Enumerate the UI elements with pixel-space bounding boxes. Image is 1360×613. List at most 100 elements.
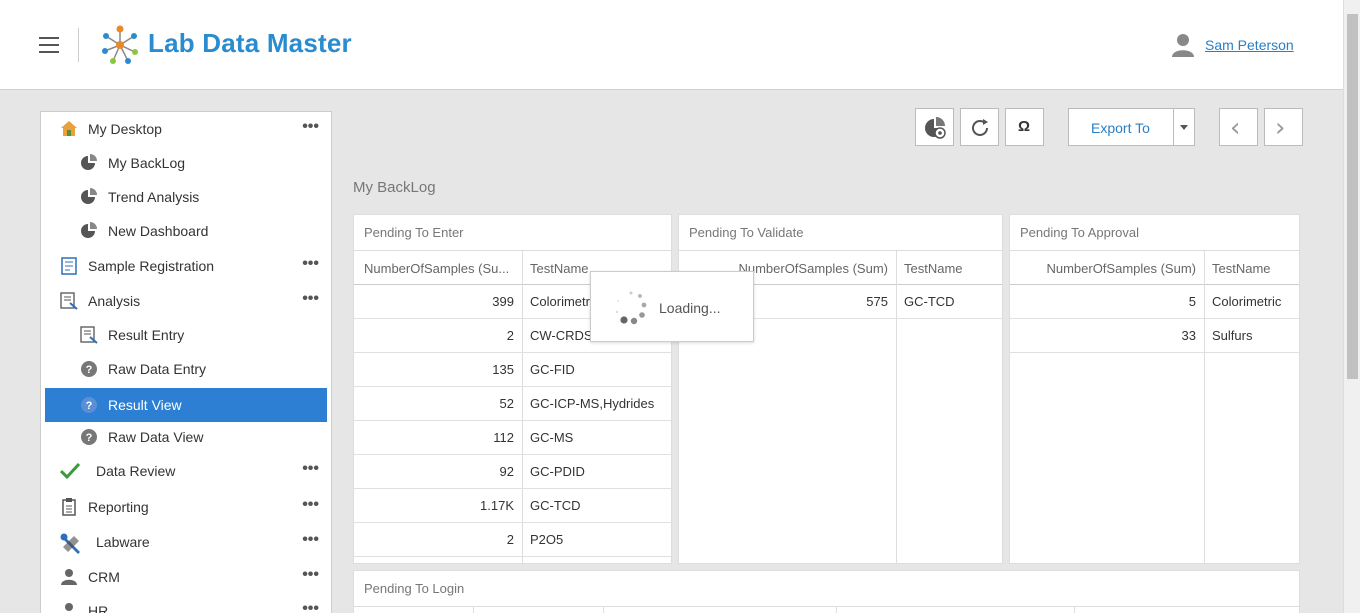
panel-title: Pending To Login [364, 581, 465, 596]
svg-text:?: ? [86, 432, 93, 444]
parameters-button[interactable]: Ω [1005, 108, 1044, 146]
menu-icon[interactable] [39, 37, 59, 53]
analysis-icon [60, 292, 78, 310]
sidebar-item-label: CRM [88, 569, 120, 585]
panel-title: Pending To Approval [1020, 225, 1140, 240]
column-header-samples[interactable]: NumberOfSamples (Sum) [1010, 250, 1204, 285]
more-options-icon[interactable]: ••• [302, 532, 319, 548]
table-cell-samples: 135 [354, 353, 522, 387]
chart-pie-icon [80, 154, 98, 172]
table-cell-testname: P2O5 [522, 523, 671, 557]
table-cell-samples: 2 [354, 319, 522, 353]
page-scrollbar[interactable] [1343, 0, 1360, 613]
refresh-icon [972, 119, 988, 136]
chart-pie-icon [80, 222, 98, 240]
table-cell-samples: 399 [354, 285, 522, 319]
sidebar-item-my-desktop[interactable]: My Desktop ••• [41, 112, 331, 146]
pie-settings-icon [925, 117, 946, 139]
column-header-samples[interactable]: NumberOfSamples (Su... [354, 250, 522, 285]
sidebar-item-label: Result Entry [108, 327, 185, 343]
table-cell-samples: 1.17K [354, 489, 522, 523]
previous-button[interactable]: ‹ [1219, 108, 1258, 146]
sidebar-item-raw-data-entry[interactable]: ? Raw Data Entry [41, 352, 331, 386]
sidebar-item-analysis[interactable]: Analysis ••• [41, 284, 331, 318]
sidebar: My Desktop ••• My BackLog Trend Analysis New… [40, 111, 332, 613]
logo-icon [102, 25, 138, 64]
sidebar-item-sample-registration[interactable]: Sample Registration ••• [41, 249, 331, 283]
question-icon: ? [80, 428, 98, 446]
sidebar-item-label: New Dashboard [108, 223, 209, 239]
clipboard-icon [60, 498, 78, 516]
sidebar-item-data-review[interactable]: Data Review ••• [41, 454, 331, 488]
export-to-dropdown[interactable]: Export To [1068, 108, 1195, 146]
result-entry-icon [80, 326, 98, 344]
sidebar-item-new-dashboard[interactable]: New Dashboard [41, 214, 331, 248]
app-header: Lab Data Master Sam Peterson [0, 0, 1343, 90]
sidebar-item-result-view[interactable]: ? Result View [45, 388, 327, 422]
table-cell-testname: GC-PDID [522, 455, 671, 489]
table-cell-samples: 52 [354, 387, 522, 421]
refresh-button[interactable] [960, 108, 999, 146]
tools-icon [60, 533, 80, 554]
chevron-left-icon: ‹ [1230, 113, 1241, 143]
sidebar-item-reporting[interactable]: Reporting ••• [41, 490, 331, 524]
more-options-icon[interactable]: ••• [302, 291, 319, 307]
export-to-label: Export To [1091, 120, 1150, 136]
sidebar-item-label: Result View [108, 397, 182, 413]
person-icon [60, 568, 78, 586]
sidebar-item-crm[interactable]: CRM ••• [41, 560, 331, 594]
scrollbar-thumb[interactable] [1347, 14, 1358, 379]
svg-text:?: ? [86, 400, 93, 412]
column-header-testname[interactable]: TestName [896, 250, 1002, 285]
dashboard-settings-button[interactable] [915, 108, 954, 146]
panel-pending-to-enter: Pending To Enter NumberOfSamples (Su... Te… [353, 214, 672, 564]
more-options-icon[interactable]: ••• [302, 567, 319, 583]
sidebar-item-label: Raw Data View [108, 429, 204, 445]
check-icon [59, 462, 81, 480]
sidebar-item-label: Sample Registration [88, 258, 215, 274]
table-cell-testname: Sulfurs [1204, 319, 1299, 353]
sidebar-item-label: Analysis [88, 293, 141, 309]
panel-pending-to-approval: Pending To Approval NumberOfSamples (Sum)… [1009, 214, 1300, 564]
loading-text: Loading... [659, 300, 721, 316]
registration-icon [60, 257, 78, 275]
sidebar-item-labware[interactable]: Labware ••• [41, 525, 331, 559]
sidebar-item-label: HR [88, 603, 109, 613]
loading-indicator: Loading... [590, 271, 754, 342]
more-options-icon[interactable]: ••• [302, 256, 319, 272]
dropdown-separator [1173, 109, 1174, 145]
sidebar-item-label: Labware [96, 534, 150, 550]
chart-pie-icon [80, 188, 98, 206]
sidebar-item-label: Reporting [88, 499, 149, 515]
pending-to-login-header [354, 606, 1299, 613]
app-title: Lab Data Master [148, 28, 352, 58]
question-icon: ? [80, 396, 98, 414]
more-options-icon[interactable]: ••• [302, 601, 319, 613]
table-cell-testname: GC-TCD [522, 489, 671, 523]
pending-to-login-panel: Pending To Login [353, 570, 1300, 613]
sidebar-item-hr[interactable]: HR ••• [41, 594, 331, 613]
svg-text:?: ? [86, 364, 93, 376]
question-icon: ? [80, 360, 98, 378]
home-icon [60, 120, 78, 138]
panel-pending-to-validate: Pending To Validate NumberOfSamples (Sum)… [678, 214, 1003, 564]
sidebar-item-label: Raw Data Entry [108, 361, 207, 377]
table-cell-testname: GC-FID [522, 353, 671, 387]
sidebar-item-my-backlog[interactable]: My BackLog [41, 146, 331, 180]
person-icon [60, 602, 78, 613]
sidebar-item-trend-analysis[interactable]: Trend Analysis [41, 180, 331, 214]
sidebar-item-result-entry[interactable]: Result Entry [41, 318, 331, 352]
omega-icon: Ω [1018, 118, 1031, 135]
more-options-icon[interactable]: ••• [302, 497, 319, 513]
next-button[interactable]: › [1264, 108, 1303, 146]
user-name-link[interactable]: Sam Peterson [1205, 37, 1294, 53]
chevron-down-icon[interactable] [1180, 125, 1188, 130]
column-header-testname[interactable]: TestName [1204, 250, 1299, 285]
sidebar-item-label: My BackLog [108, 155, 186, 171]
table-cell-samples: 33 [1010, 319, 1204, 353]
sidebar-item-raw-data-view[interactable]: ? Raw Data View [41, 420, 331, 454]
header-divider [78, 28, 79, 62]
more-options-icon[interactable]: ••• [302, 461, 319, 477]
more-options-icon[interactable]: ••• [302, 119, 319, 135]
panel-title: Pending To Validate [689, 225, 804, 240]
